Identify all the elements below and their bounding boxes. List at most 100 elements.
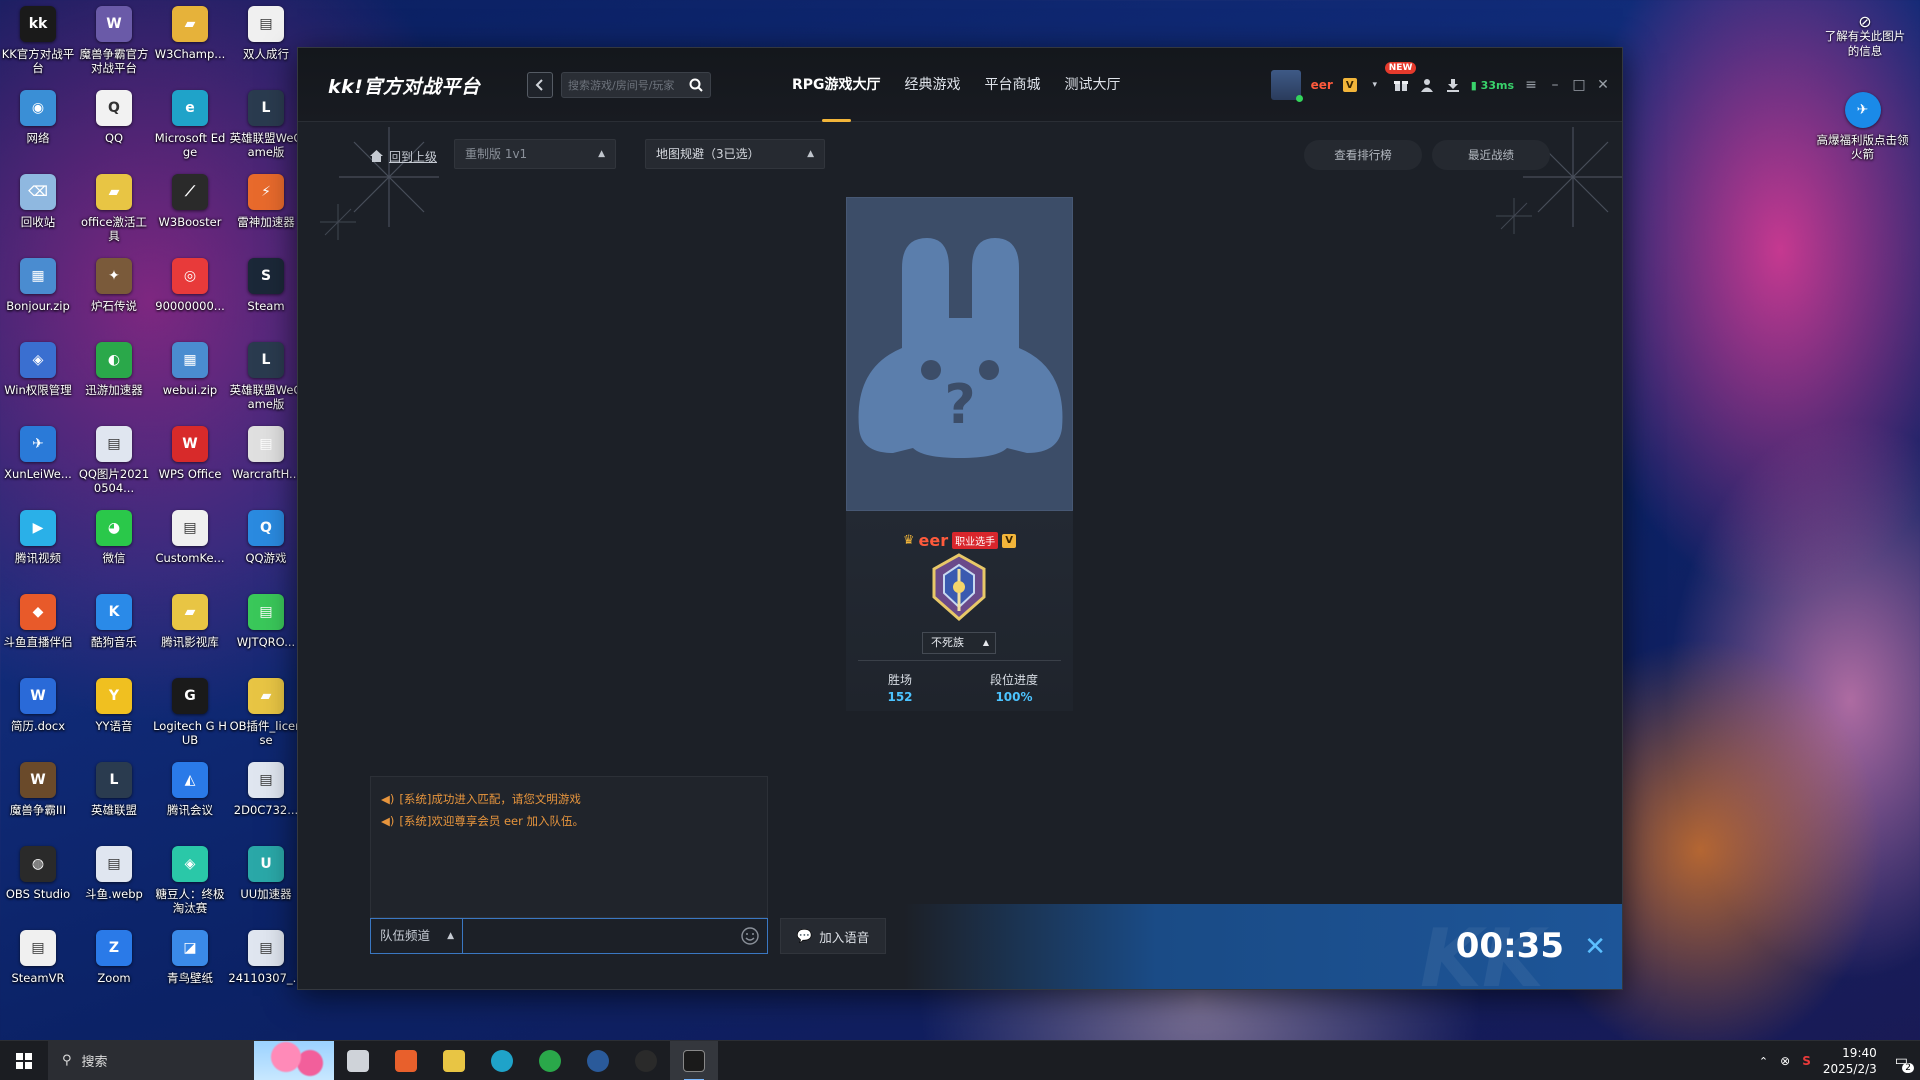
- username[interactable]: eer: [1311, 78, 1333, 92]
- gift-icon[interactable]: NEW: [1384, 62, 1417, 93]
- desktop-icon[interactable]: ◍ OBS Studio: [0, 840, 76, 920]
- desktop-icon[interactable]: W 简历.docx: [0, 672, 76, 752]
- desktop-icon[interactable]: ▰ office激活工具: [76, 168, 152, 248]
- taskbar-app-xunyou[interactable]: [526, 1041, 574, 1080]
- back-to-parent-link[interactable]: 回到上级: [370, 146, 437, 166]
- desktop-icon[interactable]: ▰ W3Champ...: [152, 0, 228, 80]
- desktop-icon[interactable]: ✈ XunLeiWe...: [0, 420, 76, 500]
- taskbar-app-edge[interactable]: [478, 1041, 526, 1080]
- player-name: eer: [918, 531, 949, 550]
- start-button[interactable]: [0, 1041, 48, 1080]
- desktop-icon[interactable]: ▶ 腾讯视频: [0, 504, 76, 584]
- desktop-icon[interactable]: ◕ 微信: [76, 504, 152, 584]
- desktop-icon[interactable]: G Logitech G HUB: [152, 672, 228, 752]
- desktop-icon[interactable]: ▤ QQ图片20210504...: [76, 420, 152, 500]
- desktop-icon[interactable]: ◪ 青鸟壁纸: [152, 924, 228, 1004]
- avatar[interactable]: [1270, 70, 1303, 102]
- desktop-icon[interactable]: ▦ Bonjour.zip: [0, 252, 76, 332]
- desktop-icon[interactable]: ◎ 90000000...: [152, 252, 228, 332]
- desktop-icon[interactable]: ✈ 高爆福利版点击领火箭: [1815, 86, 1910, 166]
- emoji-icon[interactable]: [741, 927, 759, 945]
- back-button[interactable]: [527, 72, 553, 98]
- desktop-icon[interactable]: ▤ CustomKe...: [152, 504, 228, 584]
- user-icon[interactable]: [1419, 77, 1435, 93]
- desktop-icon[interactable]: e Microsoft Edge: [152, 84, 228, 164]
- desktop-icon[interactable]: ▦ webui.zip: [152, 336, 228, 416]
- map-avoid-select[interactable]: 地图规避（3已选） ▲: [645, 139, 825, 169]
- menu-icon[interactable]: ≡: [1524, 77, 1538, 93]
- channel-select[interactable]: 队伍频道 ▲: [371, 919, 463, 953]
- desktop-icon-label: 魔兽争霸官方对战平台: [79, 47, 149, 75]
- desktop-icon[interactable]: U UU加速器: [228, 840, 304, 920]
- desktop-icon-label: 斗鱼直播伴侣: [3, 635, 73, 649]
- desktop-icon[interactable]: ▤ 2D0C732...: [228, 756, 304, 836]
- tab-rpg-lobby[interactable]: RPG游戏大厅: [792, 48, 881, 122]
- tab-classic-games[interactable]: 经典游戏: [905, 48, 961, 122]
- desktop-icon[interactable]: L 英雄联盟WeGame版: [228, 84, 304, 164]
- taskbar-search[interactable]: ⚲ 搜索: [48, 1040, 334, 1080]
- chevron-down-icon[interactable]: ▾: [1367, 77, 1383, 93]
- desktop-icon[interactable]: W 魔兽争霸官方对战平台: [76, 0, 152, 80]
- download-icon[interactable]: [1445, 77, 1461, 93]
- desktop-icon[interactable]: kk KK官方对战平台: [0, 0, 76, 80]
- leaderboard-button[interactable]: 查看排行榜: [1304, 140, 1422, 170]
- desktop-icon[interactable]: Q QQ游戏: [228, 504, 304, 584]
- cancel-match-icon[interactable]: ✕: [1584, 932, 1606, 962]
- taskbar-app-obs-record[interactable]: [622, 1041, 670, 1080]
- desktop-icon[interactable]: L 英雄联盟: [76, 756, 152, 836]
- close-icon[interactable]: ✕: [1596, 77, 1610, 93]
- desktop-icon-label: 微信: [102, 551, 126, 565]
- taskbar-app-explorer[interactable]: [430, 1041, 478, 1080]
- wallpaper-info-link[interactable]: ⊘ 了解有关此图片的信息: [1820, 14, 1910, 59]
- desktop-icon[interactable]: ◈ 糖豆人：终极淘汰赛: [152, 840, 228, 920]
- tray-app-icon[interactable]: ⊗: [1780, 1054, 1790, 1068]
- desktop-icon[interactable]: ⟋ W3Booster: [152, 168, 228, 248]
- desktop-icon[interactable]: ◉ 网络: [0, 84, 76, 164]
- desktop-icon[interactable]: K 酷狗音乐: [76, 588, 152, 668]
- desktop-icon[interactable]: ◐ 迅游加速器: [76, 336, 152, 416]
- desktop-icon[interactable]: L 英雄联盟WeGame版: [228, 336, 304, 416]
- desktop-icon[interactable]: ⚡ 雷神加速器: [228, 168, 304, 248]
- tab-store[interactable]: 平台商城: [985, 48, 1041, 122]
- tab-test-lobby[interactable]: 测试大厅: [1065, 48, 1121, 122]
- desktop-icon[interactable]: Q QQ: [76, 84, 152, 164]
- chevron-up-icon[interactable]: ⌃: [1759, 1055, 1768, 1068]
- desktop-icon[interactable]: ▤ WarcraftH...: [228, 420, 304, 500]
- recent-matches-button[interactable]: 最近战绩: [1432, 140, 1550, 170]
- desktop-icon[interactable]: ▤ 斗鱼.webp: [76, 840, 152, 920]
- minimize-icon[interactable]: –: [1548, 77, 1562, 93]
- mode-select[interactable]: 重制版 1v1 ▲: [454, 139, 616, 169]
- taskbar-app-steam[interactable]: [574, 1041, 622, 1080]
- desktop-icon[interactable]: ▤ WJTQRO...: [228, 588, 304, 668]
- desktop-icon-label: KK官方对战平台: [1, 47, 75, 75]
- clock[interactable]: 19:40 2025/2/3: [1823, 1045, 1883, 1077]
- taskbar-app-task-view[interactable]: [334, 1041, 382, 1080]
- desktop-icon[interactable]: ▤ 24110307_...: [228, 924, 304, 1004]
- desktop-icon[interactable]: ▤ 双人成行: [228, 0, 304, 80]
- maximize-icon[interactable]: □: [1572, 77, 1586, 93]
- desktop-icon[interactable]: ⌫ 回收站: [0, 168, 76, 248]
- desktop-icon[interactable]: S Steam: [228, 252, 304, 332]
- edge-icon: [491, 1049, 513, 1072]
- desktop-icon[interactable]: W WPS Office: [152, 420, 228, 500]
- desktop-icon[interactable]: ▰ 腾讯影视库: [152, 588, 228, 668]
- desktop-icon[interactable]: W 魔兽争霸III: [0, 756, 76, 836]
- desktop-icon[interactable]: ✦ 炉石传说: [76, 252, 152, 332]
- desktop-icon[interactable]: ▰ OB插件_license: [228, 672, 304, 752]
- chat-input[interactable]: [467, 923, 727, 949]
- ime-icon[interactable]: S: [1802, 1054, 1811, 1068]
- desktop-icon[interactable]: ◈ Win权限管理: [0, 336, 76, 416]
- notifications-icon[interactable]: ▭ 2: [1895, 1053, 1914, 1073]
- taskbar-app-kk[interactable]: [670, 1040, 718, 1080]
- join-voice-button[interactable]: 💬 加入语音: [780, 918, 886, 954]
- desktop-icon-label: 腾讯会议: [167, 803, 213, 817]
- taskbar-app-douyu[interactable]: [382, 1041, 430, 1080]
- desktop-icon[interactable]: Z Zoom: [76, 924, 152, 1004]
- desktop-icon[interactable]: Y YY语音: [76, 672, 152, 752]
- race-select[interactable]: 不死族 ▲: [922, 632, 996, 654]
- search-icon[interactable]: [689, 78, 703, 92]
- desktop-icon[interactable]: ◭ 腾讯会议: [152, 756, 228, 836]
- search-input[interactable]: [568, 76, 678, 94]
- desktop-icon[interactable]: ▤ SteamVR: [0, 924, 76, 1004]
- desktop-icon[interactable]: ◆ 斗鱼直播伴侣: [0, 588, 76, 668]
